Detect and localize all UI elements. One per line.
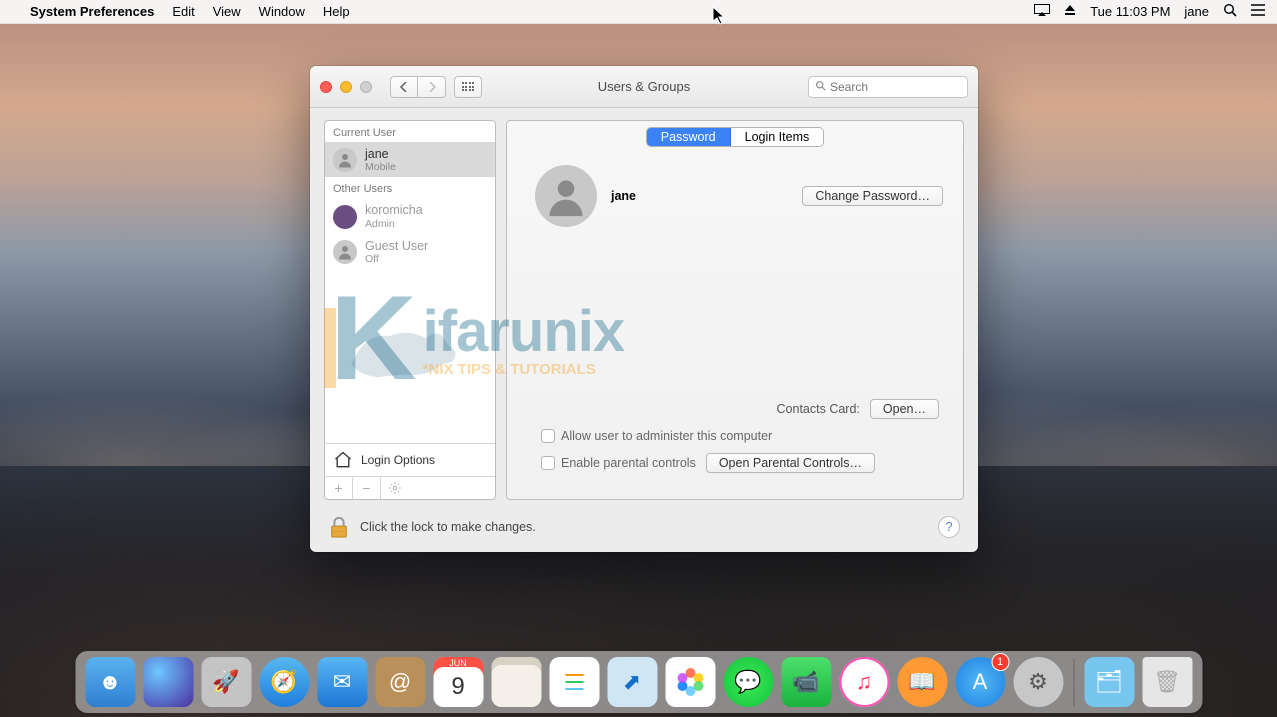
dock-facetime-icon[interactable]: 📹 [781,657,831,707]
window-traffic-lights [320,81,372,93]
password-loginitems-tabs: Password Login Items [646,127,825,147]
back-button[interactable] [390,76,418,98]
sidebar-section-other: Other Users [325,177,495,198]
user-type-label: Admin [365,218,423,230]
dock-trash-icon[interactable]: 🗑 [1142,657,1192,707]
search-field-wrapper[interactable] [808,76,968,98]
window-footer: Click the lock to make changes. ? [310,500,978,552]
open-parental-controls-button[interactable]: Open Parental Controls… [706,453,875,473]
airplay-icon[interactable] [1034,4,1050,19]
badge-count: 1 [991,653,1009,671]
user-type-label: Mobile [365,161,396,173]
user-settings-panel: Password Login Items jane Change Passwor… [506,120,964,500]
parental-checkbox-row[interactable]: Enable parental controls [541,456,696,470]
avatar-icon [333,240,357,264]
sidebar-user-guest[interactable]: Guest User Off [325,234,495,269]
lock-icon[interactable] [328,515,350,539]
sidebar-toolbar: + − [325,476,495,499]
contacts-card-label: Contacts Card: [777,402,860,416]
dock-documents-folder-icon[interactable]: 🗂 [1084,657,1134,707]
search-input[interactable] [830,80,961,94]
mouse-cursor-icon [712,6,726,26]
dock-siri-icon[interactable] [143,657,193,707]
user-name-label: jane [365,147,396,161]
user-name-label: koromicha [365,203,423,217]
menu-window[interactable]: Window [259,4,305,19]
sidebar-user-koromicha[interactable]: koromicha Admin [325,198,495,233]
spotlight-icon[interactable] [1223,3,1237,20]
user-display-name: jane [611,189,636,203]
calendar-month-label: JUN [433,658,483,668]
sidebar-user-jane[interactable]: jane Mobile [325,142,495,177]
avatar-icon [333,205,357,229]
sidebar-action-menu[interactable] [381,477,409,499]
menu-view[interactable]: View [213,4,241,19]
system-preferences-window: Users & Groups Current User jane Mobile [310,66,978,552]
avatar-icon [333,148,357,172]
dock-safari-icon[interactable]: 🧭 [259,657,309,707]
menu-edit[interactable]: Edit [172,4,194,19]
dock-launchpad-icon[interactable]: 🚀 [201,657,251,707]
menubar-app-name[interactable]: System Preferences [30,4,154,19]
dock-appstore-icon[interactable]: A 1 [955,657,1005,707]
dock-separator [1073,659,1074,707]
window-titlebar[interactable]: Users & Groups [310,66,978,108]
user-type-label: Off [365,253,428,265]
menubar: System Preferences Edit View Window Help… [0,0,1277,24]
admin-checkbox-label: Allow user to administer this computer [561,429,772,443]
lock-hint-text: Click the lock to make changes. [360,520,536,534]
checkbox-icon [541,456,555,470]
sidebar-section-current: Current User [325,121,495,142]
admin-checkbox-row[interactable]: Allow user to administer this computer [541,429,772,443]
remove-user-button[interactable]: − [353,477,381,499]
house-icon [333,450,353,470]
tab-password[interactable]: Password [647,128,731,146]
calendar-day-label: 9 [451,673,464,701]
checkbox-icon [541,429,555,443]
dock-contacts-icon[interactable]: @ [375,657,425,707]
gear-icon [388,481,402,495]
open-contacts-card-button[interactable]: Open… [870,399,939,419]
search-icon [815,80,826,94]
menu-help[interactable]: Help [323,4,350,19]
login-options-label: Login Options [361,453,435,467]
window-zoom-button[interactable] [360,81,372,93]
login-options-row[interactable]: Login Options [325,443,495,476]
eject-icon[interactable] [1064,4,1076,19]
users-sidebar: Current User jane Mobile Other Users kor… [324,120,496,500]
dock-maps-icon[interactable]: ⬈ [607,657,657,707]
dock-messages-icon[interactable]: 💬 [723,657,773,707]
change-password-button[interactable]: Change Password… [802,186,943,206]
toolbar-back-forward [390,76,446,98]
dock-mail-icon[interactable]: ✉︎ [317,657,367,707]
dock: ☻ 🚀 🧭 ✉︎ @ JUN 9 ⬈ 💬 📹 ♫ 📖 A 1 ⚙︎ 🗂 🗑 [75,651,1202,713]
window-minimize-button[interactable] [340,81,352,93]
dock-ibooks-icon[interactable]: 📖 [897,657,947,707]
dock-itunes-icon[interactable]: ♫ [839,657,889,707]
user-name-label: Guest User [365,239,428,253]
show-all-button[interactable] [454,76,482,98]
dock-calendar-icon[interactable]: JUN 9 [433,657,483,707]
dock-finder-icon[interactable]: ☻ [85,657,135,707]
grid-icon [462,82,475,91]
add-user-button[interactable]: + [325,477,353,499]
dock-photos-icon[interactable] [665,657,715,707]
window-close-button[interactable] [320,81,332,93]
parental-checkbox-label: Enable parental controls [561,456,696,470]
help-button[interactable]: ? [938,516,960,538]
dock-notes-icon[interactable] [491,657,541,707]
dock-reminders-icon[interactable] [549,657,599,707]
dock-system-preferences-icon[interactable]: ⚙︎ [1013,657,1063,707]
user-picture[interactable] [535,165,597,227]
menubar-clock[interactable]: Tue 11:03 PM [1090,4,1170,19]
notification-center-icon[interactable] [1251,4,1265,19]
forward-button[interactable] [418,76,446,98]
menubar-user[interactable]: jane [1184,4,1209,19]
tab-login-items[interactable]: Login Items [731,128,824,146]
